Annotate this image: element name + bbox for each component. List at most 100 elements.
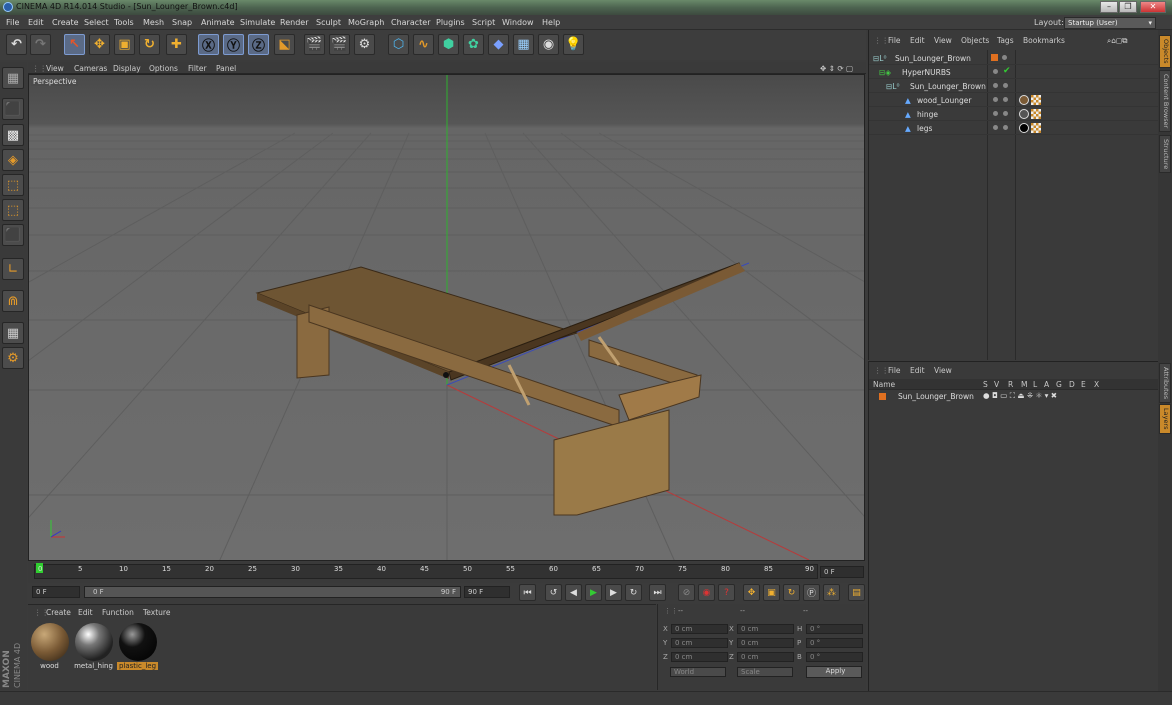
key-position-icon[interactable]: ✥ bbox=[743, 584, 760, 601]
menu-tools[interactable]: Tools bbox=[114, 18, 134, 27]
spline-pen-icon[interactable]: ∿ bbox=[413, 34, 434, 55]
model-mode-icon[interactable]: ⬛ bbox=[2, 98, 24, 120]
record-keys-icon[interactable]: ⊘ bbox=[678, 584, 695, 601]
object-row[interactable]: ⊟L⁰ Sun_Lounger_Brown bbox=[869, 51, 1159, 65]
redo-icon[interactable]: ↷ bbox=[30, 34, 51, 55]
position-z-field[interactable]: 0 cm bbox=[671, 652, 728, 662]
workplane-mode-icon[interactable]: ◈ bbox=[2, 149, 24, 171]
material-tag-icon[interactable] bbox=[1019, 95, 1029, 105]
material-tag-icon[interactable] bbox=[1019, 109, 1029, 119]
uvw-tag-icon[interactable] bbox=[1031, 95, 1041, 105]
timeline-window-icon[interactable]: ▤ bbox=[848, 584, 865, 601]
size-mode-select[interactable]: Scale bbox=[737, 667, 793, 677]
floor-scene-icon[interactable]: ▦ bbox=[513, 34, 534, 55]
undo-icon[interactable]: ↶ bbox=[6, 34, 27, 55]
make-editable-icon[interactable]: ▦ bbox=[2, 67, 24, 89]
menu-mesh[interactable]: Mesh bbox=[143, 18, 164, 27]
menu-snap[interactable]: Snap bbox=[172, 18, 192, 27]
key-scale-icon[interactable]: ▣ bbox=[763, 584, 780, 601]
uvw-tag-icon[interactable] bbox=[1031, 109, 1041, 119]
render-dot[interactable] bbox=[1003, 83, 1008, 88]
menu-character[interactable]: Character bbox=[391, 18, 431, 27]
menu-animate[interactable]: Animate bbox=[201, 18, 235, 27]
object-menu-view[interactable]: View bbox=[934, 36, 952, 45]
sun-lounger-model[interactable] bbox=[255, 262, 745, 516]
menu-sculpt[interactable]: Sculpt bbox=[316, 18, 341, 27]
layout-select[interactable]: Startup (User) ▾ bbox=[1064, 17, 1156, 29]
light-icon[interactable]: 💡 bbox=[563, 34, 584, 55]
search-icon[interactable]: ⌕⌂◻⧉ bbox=[1107, 36, 1128, 46]
menu-render[interactable]: Render bbox=[280, 18, 308, 27]
material-wood[interactable]: wood bbox=[29, 623, 70, 673]
current-frame-field[interactable]: 0 F bbox=[820, 566, 864, 578]
key-pla-icon[interactable]: ⁂ bbox=[823, 584, 840, 601]
viewport-menu-display[interactable]: Display bbox=[113, 64, 141, 73]
material-menu-texture[interactable]: Texture bbox=[143, 608, 170, 617]
tab-objects[interactable]: Objects bbox=[1159, 35, 1171, 68]
key-rotation-icon[interactable]: ↻ bbox=[783, 584, 800, 601]
menu-script[interactable]: Script bbox=[472, 18, 495, 27]
next-key-icon[interactable]: ↻ bbox=[625, 584, 642, 601]
render-picture-viewer-icon[interactable]: 🎬 bbox=[329, 34, 350, 55]
array-cloner-icon[interactable]: ✿ bbox=[463, 34, 484, 55]
tab-attributes[interactable]: Attributes bbox=[1159, 363, 1171, 404]
object-row[interactable]: ▲ hinge bbox=[869, 107, 1159, 121]
polygons-mode-icon[interactable]: ⬛ bbox=[2, 224, 24, 246]
position-y-field[interactable]: 0 cm bbox=[671, 638, 728, 648]
play-icon[interactable]: ▶ bbox=[585, 584, 602, 601]
subdivision-surface-icon[interactable]: ⬢ bbox=[438, 34, 459, 55]
cube-primitive-icon[interactable]: ⬡ bbox=[388, 34, 409, 55]
y-axis-lock-icon[interactable]: Ⓨ bbox=[223, 34, 244, 55]
key-parameter-icon[interactable]: Ⓟ bbox=[803, 584, 820, 601]
menu-edit[interactable]: Edit bbox=[28, 18, 44, 27]
material-tag-icon[interactable] bbox=[1019, 123, 1029, 133]
tab-content-browser[interactable]: Content Browser bbox=[1159, 70, 1171, 133]
move-icon[interactable]: ✥ bbox=[89, 34, 110, 55]
live-selection-icon[interactable]: ↖ bbox=[64, 34, 85, 55]
visibility-dot[interactable] bbox=[993, 111, 998, 116]
start-frame-field[interactable]: 0 F bbox=[32, 586, 80, 598]
uvw-tag-icon[interactable] bbox=[1031, 123, 1041, 133]
locked-workplane-icon[interactable]: ⚙ bbox=[2, 347, 24, 369]
layer-row[interactable]: Sun_Lounger_Brown ● ◘ ▭ ⛶ ⏏ ⁜ ⚛ ▾ ✖ bbox=[869, 390, 1159, 402]
x-axis-lock-icon[interactable]: Ⓧ bbox=[198, 34, 219, 55]
layer-flag-icons[interactable]: ● ◘ ▭ ⛶ ⏏ ⁜ ⚛ ▾ ✖ bbox=[983, 391, 1057, 401]
size-z-field[interactable]: 0 cm bbox=[737, 652, 794, 662]
material-plastic-leg[interactable]: plastic_leg bbox=[117, 623, 158, 673]
render-dot[interactable] bbox=[1003, 97, 1008, 102]
coordinate-system-icon[interactable]: ⬕ bbox=[274, 34, 295, 55]
render-view-icon[interactable]: 🎬 bbox=[304, 34, 325, 55]
object-menu-edit[interactable]: Edit bbox=[910, 36, 925, 45]
camera-icon[interactable]: ◉ bbox=[538, 34, 559, 55]
coord-mode-select[interactable]: World bbox=[670, 667, 726, 677]
visibility-dot[interactable] bbox=[993, 125, 998, 130]
deformer-icon[interactable]: ◆ bbox=[488, 34, 509, 55]
menu-plugins[interactable]: Plugins bbox=[436, 18, 465, 27]
maximize-button[interactable]: ❐ bbox=[1119, 1, 1137, 13]
material-metal-hing[interactable]: metal_hing bbox=[73, 623, 114, 673]
edges-mode-icon[interactable]: ⬚ bbox=[2, 199, 24, 221]
object-menu-bookmarks[interactable]: Bookmarks bbox=[1023, 36, 1065, 45]
scale-icon[interactable]: ▣ bbox=[114, 34, 135, 55]
position-x-field[interactable]: 0 cm bbox=[671, 624, 728, 634]
layer-menu-view[interactable]: View bbox=[934, 366, 952, 375]
keyframe-selection-icon[interactable]: ? bbox=[718, 584, 735, 601]
menu-file[interactable]: File bbox=[6, 18, 19, 27]
visibility-dot[interactable] bbox=[993, 83, 998, 88]
end-frame-field[interactable]: 90 F bbox=[464, 586, 510, 598]
workplane-icon[interactable]: ▦ bbox=[2, 322, 24, 344]
visibility-dot[interactable] bbox=[993, 97, 998, 102]
viewport-menu-cameras[interactable]: Cameras bbox=[74, 64, 107, 73]
render-settings-icon[interactable]: ⚙ bbox=[354, 34, 375, 55]
object-menu-objects[interactable]: Objects bbox=[961, 36, 989, 45]
layer-color-swatch[interactable] bbox=[879, 393, 886, 400]
go-to-start-icon[interactable]: ⏮ bbox=[519, 584, 536, 601]
points-mode-icon[interactable]: ⬚ bbox=[2, 174, 24, 196]
viewport-menu-view[interactable]: View bbox=[46, 64, 64, 73]
z-axis-lock-icon[interactable]: Ⓩ bbox=[248, 34, 269, 55]
material-menu-edit[interactable]: Edit bbox=[78, 608, 93, 617]
object-row[interactable]: ▲ legs bbox=[869, 121, 1159, 135]
menu-simulate[interactable]: Simulate bbox=[240, 18, 275, 27]
rotation-p-field[interactable]: 0 ° bbox=[806, 638, 863, 648]
enabled-check-icon[interactable]: ✔ bbox=[1003, 66, 1011, 76]
